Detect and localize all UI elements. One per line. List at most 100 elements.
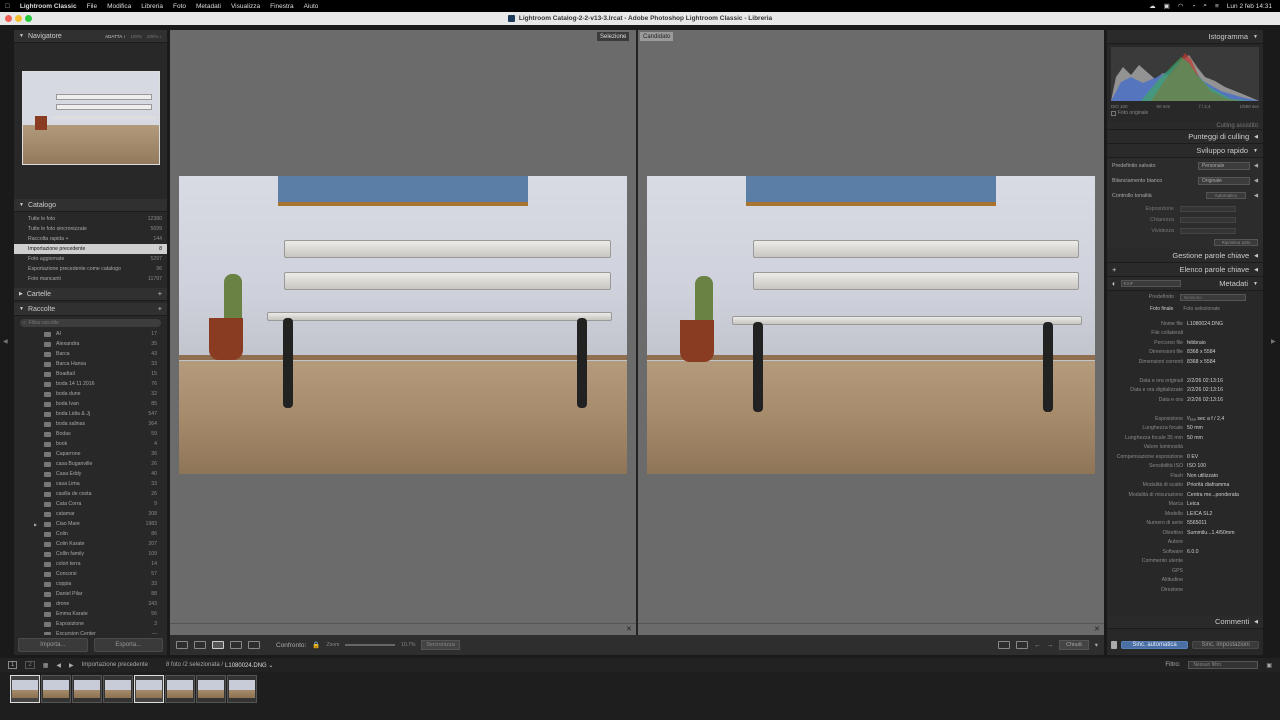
expand-triangle-icon[interactable] (34, 402, 39, 407)
collection-item[interactable]: AI 17 (14, 329, 167, 339)
make-select-icon[interactable] (1016, 641, 1029, 649)
disclosure-icon[interactable]: ◀ (1254, 178, 1258, 184)
collection-item[interactable]: colori terra 14 (14, 559, 167, 569)
zoom-window-button[interactable] (25, 15, 32, 22)
collection-item[interactable]: casa Buganville 26 (14, 459, 167, 469)
minimize-window-button[interactable] (15, 15, 22, 22)
candidate-photo[interactable] (647, 176, 1095, 474)
expand-triangle-icon[interactable] (34, 472, 39, 477)
sync-button[interactable]: Sincronizza (421, 640, 460, 650)
metadata-value[interactable]: febbraio (1187, 340, 1206, 346)
expand-triangle-icon[interactable] (34, 452, 39, 457)
filmstrip-thumb[interactable] (41, 675, 71, 703)
histogram-header[interactable]: Istogramma ▼ (1107, 30, 1263, 44)
grid-icon[interactable]: ▦ (43, 662, 49, 669)
loupe-view-icon[interactable] (194, 641, 206, 649)
keyword-list-header[interactable]: + Elenco parole chiave ◀ (1107, 263, 1263, 277)
expand-triangle-icon[interactable] (34, 352, 39, 357)
wifi-icon[interactable]: ◔ (1191, 3, 1195, 10)
expand-triangle-icon[interactable] (34, 442, 39, 447)
search-icon[interactable]: ⌕ (1203, 2, 1207, 10)
collection-item[interactable]: ▶ Ciao Mare 1983 (14, 519, 167, 529)
collection-item[interactable]: casa Lima 33 (14, 479, 167, 489)
collection-item[interactable]: boda salinas 364 (14, 419, 167, 429)
qd-preset-select[interactable]: Personale (1197, 161, 1250, 170)
apple-icon[interactable]:  (0, 3, 15, 10)
headphones-icon[interactable]: ◠ (1178, 2, 1184, 10)
filmstrip-source[interactable]: Importazione precedente (82, 662, 148, 668)
filter-select[interactable]: Nessun filtro (1188, 661, 1259, 669)
metadata-value[interactable]: 2/2/26 02:13:16 (1187, 387, 1223, 393)
collections-header[interactable]: ▼ Raccolte + (14, 303, 167, 316)
collection-item[interactable]: Caparrone 36 (14, 449, 167, 459)
add-folder-icon[interactable]: + (158, 291, 162, 298)
collection-item[interactable]: Bodas 59 (14, 429, 167, 439)
expand-triangle-icon[interactable] (34, 332, 39, 337)
previous-arrow-icon[interactable]: ← (1034, 642, 1041, 649)
page-2-button[interactable]: 2 (25, 661, 35, 669)
zoom-100[interactable]: 100% (130, 34, 142, 39)
grid-view-icon[interactable] (176, 641, 188, 649)
zoom-slider[interactable] (345, 644, 396, 646)
filmstrip-thumb[interactable] (165, 675, 195, 703)
metadata-value[interactable]: 6.0.0 (1187, 549, 1199, 555)
collection-item[interactable]: Boadtail 15 (14, 369, 167, 379)
assisted-culling-header[interactable]: Culling assistito (1107, 122, 1263, 130)
expand-triangle-icon[interactable] (34, 562, 39, 567)
collection-item[interactable]: Emma Karate 56 (14, 609, 167, 619)
toolbar-menu-icon[interactable]: ▾ (1095, 641, 1098, 649)
collection-item[interactable]: Collin family 109 (14, 549, 167, 559)
expand-triangle-icon[interactable] (34, 492, 39, 497)
catalog-header[interactable]: ▼ Catalogo (14, 199, 167, 212)
add-collection-icon[interactable]: + (158, 306, 162, 313)
metadata-value[interactable]: Summilu...1.4/50mm (1187, 530, 1235, 536)
collection-item[interactable]: catamar 308 (14, 509, 167, 519)
expand-triangle-icon[interactable] (34, 382, 39, 387)
collection-item[interactable]: boda 14 11 2016 76 (14, 379, 167, 389)
collection-item[interactable]: Cata Corra 9 (14, 499, 167, 509)
metadata-value[interactable]: ISO 100 (1187, 463, 1206, 469)
catalog-item[interactable]: Foto mancanti 11797 (14, 274, 167, 284)
collection-item[interactable]: boda Ivan 85 (14, 399, 167, 409)
expand-triangle-icon[interactable] (34, 502, 39, 507)
metadata-view-select[interactable]: EXIF (1120, 280, 1181, 287)
expand-triangle-icon[interactable] (34, 552, 39, 557)
expand-triangle-icon[interactable] (34, 412, 39, 417)
collection-item[interactable]: boda Lidia & Jj 547 (14, 409, 167, 419)
metadata-value[interactable]: 0 EV (1187, 454, 1198, 460)
catalog-item[interactable]: Tutte le foto 12380 (14, 214, 167, 224)
people-view-icon[interactable] (248, 641, 260, 649)
collection-item[interactable]: coppia 33 (14, 579, 167, 589)
metadata-value[interactable]: ¹⁄₅₀₀ sec a f / 2,4 (1187, 416, 1224, 422)
collection-item[interactable]: Colin Karate 207 (14, 539, 167, 549)
folders-header[interactable]: ▶ Cartelle + (14, 288, 167, 301)
lock-icon[interactable]: 🔒 (312, 641, 320, 649)
menu-metadati[interactable]: Metadati (191, 3, 226, 10)
metadata-value[interactable]: 50 mm (1187, 435, 1203, 441)
add-keyword-icon[interactable]: + (1112, 265, 1116, 274)
metadata-value[interactable]: 8368 x 5584 (1187, 359, 1216, 365)
control-center-icon[interactable]: ≡ (1215, 3, 1219, 10)
qd-clarity-buttons[interactable] (1180, 216, 1236, 223)
left-panel-toggle-icon[interactable]: ◀ (3, 338, 8, 345)
qd-wb-select[interactable]: Originale (1197, 176, 1250, 185)
menu-libreria[interactable]: Libreria (136, 3, 168, 10)
navigator-header[interactable]: ▼ Navigatore ADATTA ↕ 100% 200% ↕ (14, 30, 167, 43)
comments-header[interactable]: Commenti ◀ (1107, 615, 1263, 629)
compare-view-icon[interactable] (212, 641, 224, 649)
forward-arrow-icon[interactable]: ▶ (69, 662, 74, 669)
export-button[interactable]: Esporta... (93, 638, 163, 652)
metadata-header[interactable]: ◐ EXIF Metadati ▼ (1107, 277, 1263, 291)
expand-triangle-icon[interactable] (34, 392, 39, 397)
collection-item[interactable]: drone 343 (14, 599, 167, 609)
menu-foto[interactable]: Foto (168, 3, 191, 10)
expand-triangle-icon[interactable] (34, 592, 39, 597)
metadata-value[interactable]: 5565011 (1187, 520, 1207, 526)
collection-item[interactable]: book 4 (14, 439, 167, 449)
menu-finestra[interactable]: Finestra (265, 3, 298, 10)
close-icon[interactable]: ✕ (1094, 625, 1100, 633)
expand-triangle-icon[interactable] (34, 342, 39, 347)
collection-item[interactable]: Casa Eddy 40 (14, 469, 167, 479)
qd-auto-button[interactable]: Automatico (1205, 192, 1246, 199)
auto-sync-button[interactable]: Sinc. automatica (1121, 641, 1188, 649)
